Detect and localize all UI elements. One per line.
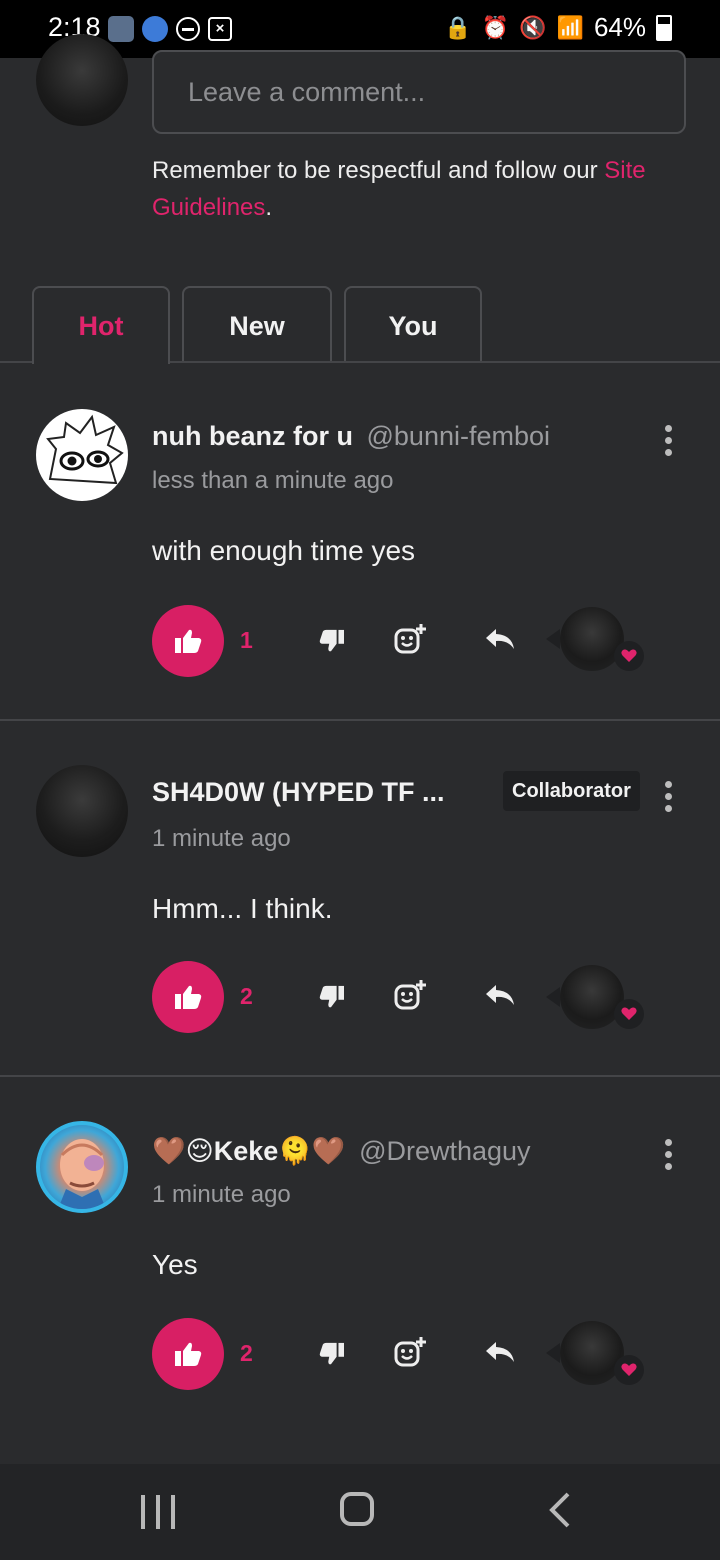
battery-percent: 64% xyxy=(593,12,646,42)
comment-author: SH4D0W (HYPED TF ... xyxy=(152,777,445,808)
thumbs-down-icon xyxy=(319,985,344,1008)
comment-time: 1 minute ago xyxy=(152,825,291,852)
comment-text: Yes xyxy=(152,1249,198,1280)
battery-icon xyxy=(656,14,672,41)
collaborator-badge: Collaborator xyxy=(503,771,640,811)
back-icon xyxy=(549,1492,570,1528)
do-not-disturb-icon xyxy=(176,17,200,41)
back-button[interactable] xyxy=(548,1492,572,1532)
like-button[interactable] xyxy=(152,605,224,677)
user-avatar[interactable] xyxy=(36,1121,128,1213)
thumbs-up-icon xyxy=(175,1342,202,1366)
current-user-avatar xyxy=(36,34,128,126)
like-count: 2 xyxy=(240,1340,253,1366)
like-count: 2 xyxy=(240,983,253,1009)
comment-input[interactable] xyxy=(154,52,684,132)
heart-icon xyxy=(614,641,644,671)
tab-new[interactable]: New xyxy=(182,286,332,363)
comment-input-box[interactable] xyxy=(152,50,686,134)
add-emoji-icon xyxy=(394,624,426,654)
comment-author: nuh beanz for u @bunni-femboi xyxy=(152,421,550,452)
app-notification-icon xyxy=(142,16,168,42)
comment-item: 🤎😌Keke🫠🤎 @Drewthaguy 1 minute ago Yes 2 xyxy=(0,1077,720,1463)
alarm-icon: ⏰ xyxy=(481,14,510,40)
heart-icon xyxy=(614,999,644,1029)
comment-item: nuh beanz for u @bunni-femboi less than … xyxy=(0,363,720,719)
guidelines-text: Remember to be respectful and follow our xyxy=(152,157,598,184)
add-reaction-button[interactable] xyxy=(390,1332,430,1372)
dislike-button[interactable] xyxy=(312,621,352,661)
mute-icon: 🔇 xyxy=(519,14,547,40)
app-notification-icon xyxy=(108,16,134,42)
author-name[interactable]: nuh beanz for u xyxy=(152,421,353,451)
recent-apps-button[interactable] xyxy=(141,1492,175,1532)
reaction-pointer xyxy=(546,1343,560,1363)
dislike-button[interactable] xyxy=(312,977,352,1017)
notification-icons: × xyxy=(108,16,232,42)
author-handle[interactable]: @bunni-femboi xyxy=(367,421,551,451)
lock-icon: 🔒 xyxy=(444,14,472,40)
comment-time: 1 minute ago xyxy=(152,1181,291,1208)
author-handle[interactable]: @Drewthaguy xyxy=(359,1136,530,1166)
system-nav-bar xyxy=(0,1464,720,1560)
dislike-button[interactable] xyxy=(312,1334,352,1374)
like-count: 1 xyxy=(240,627,253,653)
thumbs-up-icon xyxy=(175,629,202,653)
add-reaction-button[interactable] xyxy=(390,619,430,659)
reply-button[interactable] xyxy=(480,1332,520,1372)
reaction-summary[interactable] xyxy=(546,1321,644,1385)
anime-avatar-icon xyxy=(58,1139,106,1209)
add-emoji-icon xyxy=(394,1337,426,1367)
reply-icon xyxy=(486,985,514,1005)
like-button[interactable] xyxy=(152,1318,224,1390)
cartoon-avatar-icon xyxy=(46,414,124,485)
status-right: 🔒 ⏰ 🔇 📶 64% xyxy=(444,12,672,43)
reply-button[interactable] xyxy=(480,619,520,659)
tab-you[interactable]: You xyxy=(344,286,482,363)
recent-apps-icon xyxy=(141,1495,145,1529)
thumbs-up-icon xyxy=(175,985,202,1009)
thumbs-down-icon xyxy=(319,629,344,652)
reply-button[interactable] xyxy=(480,975,520,1015)
more-options-icon[interactable] xyxy=(662,781,674,812)
comment-text: Hmm... I think. xyxy=(152,893,333,924)
like-button[interactable] xyxy=(152,961,224,1033)
guidelines-notice: Remember to be respectful and follow our… xyxy=(152,152,672,226)
reaction-summary[interactable] xyxy=(546,607,644,671)
wifi-signal-icon: 📶 xyxy=(556,14,584,40)
guidelines-period: . xyxy=(265,194,273,221)
comment-author: 🤎😌Keke🫠🤎 @Drewthaguy xyxy=(152,1135,531,1167)
author-name[interactable]: 🤎😌Keke🫠🤎 xyxy=(152,1136,346,1166)
reply-icon xyxy=(486,1342,514,1362)
add-reaction-button[interactable] xyxy=(390,975,430,1015)
reaction-pointer xyxy=(546,987,560,1007)
reply-icon xyxy=(486,629,514,649)
reaction-pointer xyxy=(546,629,560,649)
user-avatar[interactable] xyxy=(36,409,128,501)
more-options-icon[interactable] xyxy=(662,425,674,456)
heart-icon xyxy=(614,1355,644,1385)
reaction-summary[interactable] xyxy=(546,965,644,1029)
comment-time: less than a minute ago xyxy=(152,467,394,494)
thumbs-down-icon xyxy=(319,1342,344,1365)
more-options-icon[interactable] xyxy=(662,1139,674,1170)
close-box-icon: × xyxy=(208,17,232,41)
comment-item: SH4D0W (HYPED TF ... Collaborator 1 minu… xyxy=(0,721,720,1075)
home-button[interactable] xyxy=(340,1492,374,1526)
comment-text: with enough time yes xyxy=(152,535,416,566)
user-avatar[interactable] xyxy=(36,765,128,857)
author-name[interactable]: SH4D0W (HYPED TF ... xyxy=(152,777,445,807)
add-emoji-icon xyxy=(394,980,426,1010)
tab-hot[interactable]: Hot xyxy=(32,286,170,364)
